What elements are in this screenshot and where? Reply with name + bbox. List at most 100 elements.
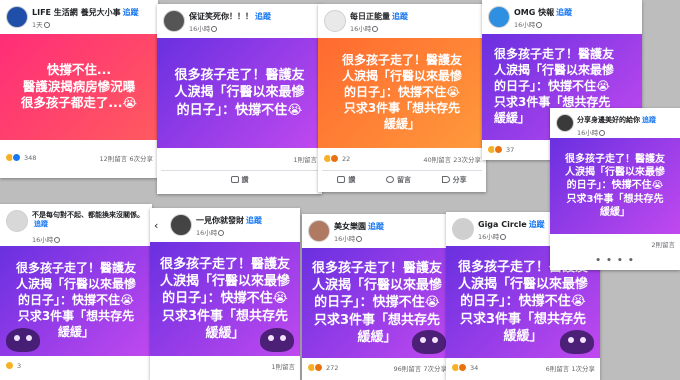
follow-link[interactable]: 追蹤 — [529, 220, 545, 229]
post-header: 保证笑死你！！！ 追蹤 16小時 — [157, 4, 322, 38]
post-card: 不是每句對不起、都能換來沒關係。追蹤 16小時 很多孩子走了！醫護友 人淚揭「行… — [0, 204, 152, 380]
post-time[interactable]: 16小時 — [478, 231, 507, 241]
reactions-summary[interactable]: 3 — [0, 358, 152, 374]
follow-link[interactable]: 追蹤 — [246, 216, 262, 225]
post-time[interactable]: 16小時 — [32, 234, 61, 244]
post-time[interactable]: 16小時 — [514, 19, 543, 29]
angry-reaction-icon — [330, 154, 339, 163]
post-time[interactable]: 1天 — [32, 19, 50, 29]
reactions-summary[interactable]: 1則留言 — [157, 151, 322, 167]
post-time[interactable]: 16小時 — [577, 127, 606, 137]
post-time[interactable]: 16小時 — [196, 227, 225, 237]
comment-share-counts[interactable]: 40則留言 23次分享 — [423, 154, 481, 164]
post-text-card: 很多孩子走了！醫護友 人淚揭「行醫以來最慘 的日子」：快撐不住😭 只求3件事「想… — [318, 38, 486, 148]
page-avatar[interactable] — [6, 210, 28, 232]
reactions-summary[interactable]: 2則留言 — [550, 236, 680, 252]
post-text-card: 很多孩子走了！醫護友 人淚揭「行醫以來最慘 的日子」：快撐不住😭 只求3件事「想… — [550, 138, 680, 234]
chevron-left-icon[interactable]: ‹ — [154, 219, 158, 232]
page-name[interactable]: 一見你就發財 追蹤 — [196, 215, 262, 226]
follow-link[interactable]: 追蹤 — [123, 8, 139, 17]
globe-icon — [500, 234, 507, 240]
page-avatar[interactable] — [324, 10, 346, 32]
comment-share-counts[interactable]: 96則留言 7次分享 — [394, 363, 447, 373]
follow-link[interactable]: 追蹤 — [642, 116, 656, 124]
post-text-card: 很多孩子走了！醫護友 人淚揭「行醫以來最慘 的日子」：快撐不住😭 只求3件事「想… — [302, 248, 452, 358]
page-name[interactable]: LIFE 生活網 養兒大小事 追蹤 — [32, 7, 139, 18]
reaction-count: 34 — [470, 363, 479, 372]
post-text-card: 很多孩子走了！醫護友 人淚揭「行醫以來最慘 的日子」：快撐不住😭 只求3件事「想… — [150, 242, 300, 356]
reactions-summary[interactable]: 22 40則留言 23次分享 — [318, 151, 486, 167]
post-header: 不是每句對不起、都能換來沒關係。追蹤 16小時 — [0, 204, 152, 244]
page-avatar[interactable] — [556, 114, 574, 132]
comment-button[interactable]: 留言 — [385, 175, 411, 185]
page-name[interactable]: 保证笑死你！！！ 追蹤 — [189, 11, 271, 22]
follow-link[interactable]: 追蹤 — [392, 12, 408, 21]
page-name[interactable]: Giga Circle 追蹤 — [478, 219, 545, 230]
comment-share-counts[interactable]: 1則留言 — [271, 361, 295, 371]
post-card: 保证笑死你！！！ 追蹤 16小時 很多孩子走了！醫護友 人淚揭「行醫以來最慘 的日… — [157, 4, 322, 194]
thumbs-up-icon — [230, 176, 239, 183]
page-name[interactable]: 美女樂園 追蹤 — [334, 221, 384, 232]
follow-link[interactable]: 追蹤 — [255, 12, 271, 21]
follow-link[interactable]: 追蹤 — [34, 220, 48, 228]
share-icon — [441, 176, 450, 183]
comment-share-counts[interactable]: 2則留言 — [651, 239, 675, 249]
reactions-summary[interactable]: 272 96則留言 7次分享 — [302, 360, 452, 376]
post-card: ‹ 一見你就發財 追蹤 16小時 很多孩子走了！醫護友 人淚揭「行醫以來最慘 的日… — [150, 208, 300, 380]
page-avatar[interactable] — [308, 220, 330, 242]
page-name[interactable]: 每日正能量 追蹤 — [350, 11, 408, 22]
post-card: 分享身邊美好的給你 追蹤 16小時 很多孩子走了！醫護友 人淚揭「行醫以來最慘 的… — [550, 108, 680, 270]
page-avatar[interactable] — [170, 214, 192, 236]
comment-share-counts[interactable]: 6則留言 1次分享 — [546, 363, 595, 373]
reaction-count: 272 — [326, 363, 339, 372]
post-text: 很多孩子走了！醫護友 人淚揭「行醫以來最慘 的日子」：快撐不住😭 — [174, 68, 305, 118]
post-time[interactable]: 16小時 — [189, 23, 218, 33]
globe-icon — [54, 237, 61, 243]
comment-share-counts[interactable]: 12則留言 6次分享 — [100, 153, 153, 163]
mascot-illustration — [412, 330, 446, 354]
post-header: 每日正能量 追蹤 16小時 — [318, 4, 486, 38]
reactions-summary[interactable]: 1則留言 — [150, 358, 300, 374]
post-text: 快撐不住... 醫護淚揭病房慘況曝 很多孩子都走了...😭 — [20, 62, 138, 111]
post-time[interactable]: 16小時 — [350, 23, 379, 33]
post-header: ‹ 一見你就發財 追蹤 16小時 — [150, 208, 300, 242]
post-text-card: 很多孩子走了！醫護友 人淚揭「行醫以來最慘 的日子」：快撐不住😭 只求3件事「想… — [0, 246, 152, 356]
globe-icon — [356, 236, 363, 242]
post-text: 很多孩子走了！醫護友 人淚揭「行醫以來最慘 的日子」：快撐不住😭 只求3件事「想… — [15, 261, 136, 339]
mascot-illustration — [6, 328, 40, 352]
post-actions: 讚 留言 分享 — [322, 170, 482, 188]
angry-reaction-icon — [314, 363, 323, 372]
page-avatar[interactable] — [488, 6, 510, 28]
page-avatar[interactable] — [452, 218, 474, 240]
post-time[interactable]: 16小時 — [334, 233, 363, 243]
post-card: 美女樂園 追蹤 16小時 很多孩子走了！醫護友 人淚揭「行醫以來最慘 的日子」：快… — [302, 214, 452, 380]
page-name[interactable]: 不是每句對不起、都能換來沒關係。追蹤 — [32, 211, 150, 229]
reaction-count: 22 — [342, 154, 351, 163]
more-icon[interactable]: • • • • — [595, 256, 634, 266]
follow-link[interactable]: 追蹤 — [368, 222, 384, 231]
comment-share-counts[interactable]: 1則留言 — [293, 154, 317, 164]
page-avatar[interactable] — [163, 10, 185, 32]
globe-icon — [218, 230, 225, 236]
post-card: LIFE 生活網 養兒大小事 追蹤 1天 快撐不住... 醫護淚揭病房慘況曝 很多… — [0, 0, 158, 178]
globe-icon — [372, 26, 379, 32]
page-avatar[interactable] — [6, 6, 28, 28]
globe-icon — [599, 130, 606, 136]
post-actions: 讚 — [161, 170, 318, 188]
comment-icon — [385, 176, 394, 183]
post-header: OMG 快報 追蹤 16小時 — [482, 0, 642, 34]
reactions-summary[interactable]: 348 12則留言 6次分享 — [0, 150, 158, 166]
page-name[interactable]: 分享身邊美好的給你 追蹤 — [577, 115, 656, 125]
like-button[interactable]: 讚 — [230, 175, 249, 185]
like-button[interactable]: 讚 — [337, 175, 355, 185]
globe-icon — [536, 22, 543, 28]
sad-reaction-icon — [5, 361, 14, 370]
follow-link[interactable]: 追蹤 — [556, 8, 572, 17]
reactions-summary[interactable]: 34 6則留言 1次分享 — [446, 360, 600, 376]
like-reaction-icon — [12, 153, 21, 162]
reaction-count: 3 — [17, 361, 22, 370]
page-name[interactable]: OMG 快報 追蹤 — [514, 7, 572, 18]
mascot-illustration — [260, 328, 294, 352]
reaction-count: 348 — [24, 153, 37, 162]
share-button[interactable]: 分享 — [441, 175, 467, 185]
